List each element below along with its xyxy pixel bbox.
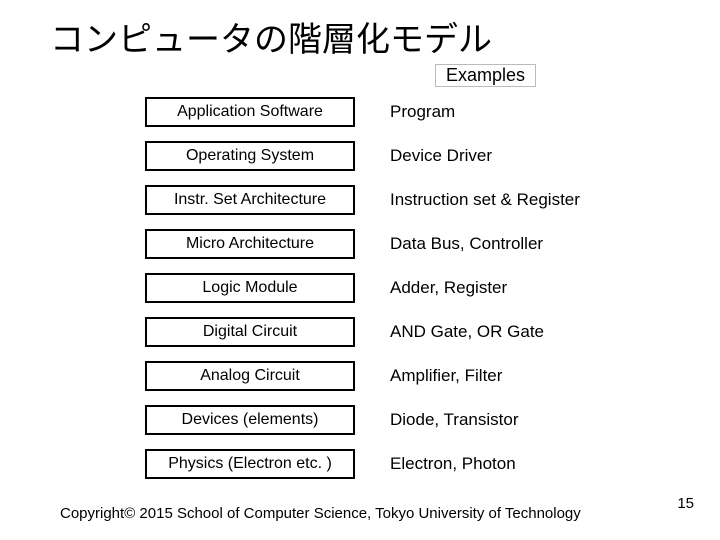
layer-example: Data Bus, Controller [390,234,543,254]
layer-row: Physics (Electron etc. ) Electron, Photo… [0,442,720,486]
page-number: 15 [677,495,694,512]
examples-header: Examples [435,64,536,87]
layer-example: Electron, Photon [390,454,516,474]
layer-name: Operating System [145,141,355,171]
layer-example: Program [390,102,455,122]
layer-name: Logic Module [145,273,355,303]
layer-name: Digital Circuit [145,317,355,347]
layer-example: Instruction set & Register [390,190,580,210]
layer-row: Digital Circuit AND Gate, OR Gate [0,310,720,354]
layer-name: Analog Circuit [145,361,355,391]
copyright-text: Copyright© 2015 School of Computer Scien… [60,505,581,522]
layer-table: Application Software Program Operating S… [0,90,720,486]
slide-title: コンピュータの階層化モデル [0,0,720,61]
layer-example: Amplifier, Filter [390,366,502,386]
layer-name: Micro Architecture [145,229,355,259]
layer-row: Instr. Set Architecture Instruction set … [0,178,720,222]
layer-name: Devices (elements) [145,405,355,435]
layer-name: Physics (Electron etc. ) [145,449,355,479]
layer-row: Micro Architecture Data Bus, Controller [0,222,720,266]
layer-row: Devices (elements) Diode, Transistor [0,398,720,442]
layer-example: Adder, Register [390,278,507,298]
layer-example: AND Gate, OR Gate [390,322,544,342]
layer-name: Instr. Set Architecture [145,185,355,215]
layer-row: Application Software Program [0,90,720,134]
layer-row: Operating System Device Driver [0,134,720,178]
layer-example: Device Driver [390,146,492,166]
layer-row: Logic Module Adder, Register [0,266,720,310]
layer-name: Application Software [145,97,355,127]
layer-row: Analog Circuit Amplifier, Filter [0,354,720,398]
layer-example: Diode, Transistor [390,410,519,430]
